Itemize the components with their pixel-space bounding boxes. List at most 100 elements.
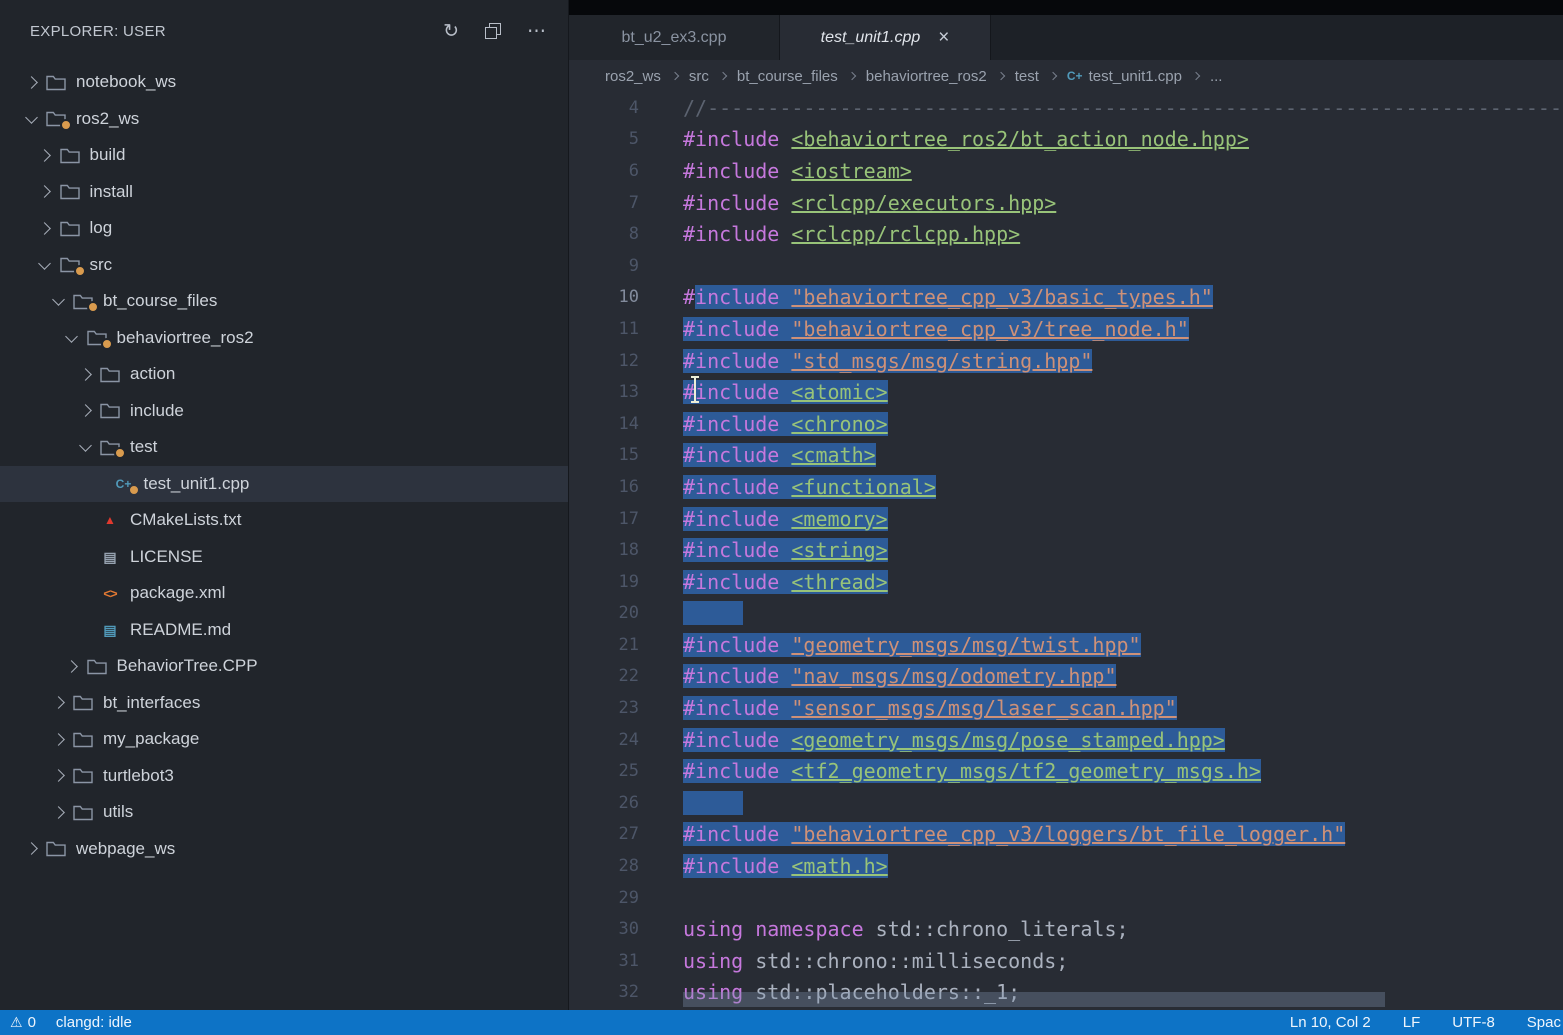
tree-item-include[interactable]: include xyxy=(0,393,568,430)
breadcrumb-item[interactable]: behaviortree_ros2 xyxy=(866,68,987,85)
code-line[interactable]: 28#include <math.h> xyxy=(569,850,1563,882)
code-line[interactable]: 12#include "std_msgs/msg/string.hpp" xyxy=(569,345,1563,377)
chevron-right-icon[interactable] xyxy=(45,771,71,780)
line-number[interactable]: 30 xyxy=(569,919,639,939)
line-number[interactable]: 13 xyxy=(569,382,639,402)
chevron-right-icon[interactable] xyxy=(32,151,58,160)
line-number[interactable]: 16 xyxy=(569,477,639,497)
tree-item-behaviortree-cpp[interactable]: BehaviorTree.CPP xyxy=(0,648,568,685)
line-number[interactable]: 6 xyxy=(569,161,639,181)
breadcrumb-item[interactable]: bt_course_files xyxy=(737,68,838,85)
tree-item-bt-course-files[interactable]: bt_course_files xyxy=(0,283,568,320)
tree-item-package-xml[interactable]: <>package.xml xyxy=(0,575,568,612)
horizontal-scrollbar-thumb[interactable] xyxy=(683,992,1385,1007)
code-line[interactable]: 7#include <rclcpp/executors.hpp> xyxy=(569,187,1563,219)
tree-item-readme-md[interactable]: ▤README.md xyxy=(0,612,568,649)
line-number[interactable]: 10 xyxy=(569,287,639,307)
chevron-right-icon[interactable] xyxy=(45,808,71,817)
tree-item-test-unit1-cpp[interactable]: C+test_unit1.cpp xyxy=(0,466,568,503)
code-line[interactable]: 25#include <tf2_geometry_msgs/tf2_geomet… xyxy=(569,755,1563,787)
line-number[interactable]: 23 xyxy=(569,698,639,718)
code-line[interactable]: 20 xyxy=(569,598,1563,630)
tree-item-turtlebot3[interactable]: turtlebot3 xyxy=(0,758,568,795)
line-number[interactable]: 26 xyxy=(569,793,639,813)
line-number[interactable]: 22 xyxy=(569,666,639,686)
chevron-right-icon[interactable] xyxy=(18,844,44,853)
code-line[interactable]: 24#include <geometry_msgs/msg/pose_stamp… xyxy=(569,724,1563,756)
tree-item-build[interactable]: build xyxy=(0,137,568,174)
line-number[interactable]: 25 xyxy=(569,761,639,781)
breadcrumb-item[interactable]: ... xyxy=(1210,68,1223,85)
tree-item-test[interactable]: test xyxy=(0,429,568,466)
indentation-indicator[interactable]: Spac xyxy=(1527,1014,1561,1031)
chevron-down-icon[interactable] xyxy=(72,444,98,450)
chevron-down-icon[interactable] xyxy=(59,335,85,341)
code-line[interactable]: 18#include <string> xyxy=(569,534,1563,566)
chevron-right-icon[interactable] xyxy=(45,735,71,744)
line-number[interactable]: 5 xyxy=(569,129,639,149)
breadcrumb-item[interactable]: src xyxy=(689,68,709,85)
tree-item-install[interactable]: install xyxy=(0,174,568,211)
chevron-down-icon[interactable] xyxy=(32,262,58,268)
clangd-status[interactable]: clangd: idle xyxy=(56,1014,132,1031)
code-line[interactable]: 14#include <chrono> xyxy=(569,408,1563,440)
code-line[interactable]: 27#include "behaviortree_cpp_v3/loggers/… xyxy=(569,819,1563,851)
code-line[interactable]: 16#include <functional> xyxy=(569,471,1563,503)
code-line[interactable]: 11#include "behaviortree_cpp_v3/tree_nod… xyxy=(569,313,1563,345)
collapse-folders-icon[interactable] xyxy=(485,23,501,39)
code-line[interactable]: 30using namespace std::chrono_literals; xyxy=(569,913,1563,945)
code-line[interactable]: 6#include <iostream> xyxy=(569,155,1563,187)
more-actions-icon[interactable]: ⋯ xyxy=(527,22,546,41)
tab-bt_u2_ex3-cpp[interactable]: bt_u2_ex3.cpp xyxy=(569,15,780,60)
tab-test_unit1-cpp[interactable]: test_unit1.cpp × xyxy=(780,15,991,60)
tree-item-webpage-ws[interactable]: webpage_ws xyxy=(0,831,568,868)
code-editor[interactable]: 4//-------------------------------------… xyxy=(569,92,1563,1010)
line-number[interactable]: 11 xyxy=(569,319,639,339)
line-number[interactable]: 32 xyxy=(569,982,639,1002)
encoding-indicator[interactable]: UTF-8 xyxy=(1452,1014,1495,1031)
line-number[interactable]: 28 xyxy=(569,856,639,876)
tree-item-my-package[interactable]: my_package xyxy=(0,721,568,758)
code-line[interactable]: 5#include <behaviortree_ros2/bt_action_n… xyxy=(569,124,1563,156)
tree-item-license[interactable]: ▤LICENSE xyxy=(0,539,568,576)
code-line[interactable]: 29 xyxy=(569,882,1563,914)
line-number[interactable]: 19 xyxy=(569,572,639,592)
code-line[interactable]: 13#include <atomic> xyxy=(569,376,1563,408)
close-icon[interactable]: × xyxy=(938,28,949,47)
chevron-right-icon[interactable] xyxy=(45,698,71,707)
code-line[interactable]: 15#include <cmath> xyxy=(569,440,1563,472)
code-line[interactable]: 22#include "nav_msgs/msg/odometry.hpp" xyxy=(569,661,1563,693)
tree-item-src[interactable]: src xyxy=(0,247,568,284)
breadcrumb-item[interactable]: test xyxy=(1015,68,1039,85)
line-number[interactable]: 31 xyxy=(569,951,639,971)
line-number[interactable]: 18 xyxy=(569,540,639,560)
chevron-right-icon[interactable] xyxy=(18,78,44,87)
line-number[interactable]: 9 xyxy=(569,256,639,276)
code-line[interactable]: 10#include "behaviortree_cpp_v3/basic_ty… xyxy=(569,282,1563,314)
tree-item-bt-interfaces[interactable]: bt_interfaces xyxy=(0,685,568,722)
refresh-icon[interactable]: ↻ xyxy=(443,22,459,41)
line-number[interactable]: 14 xyxy=(569,414,639,434)
line-number[interactable]: 27 xyxy=(569,824,639,844)
line-number[interactable]: 7 xyxy=(569,193,639,213)
line-number[interactable]: 24 xyxy=(569,730,639,750)
code-line[interactable]: 26 xyxy=(569,787,1563,819)
tree-item-behaviortree-ros2[interactable]: behaviortree_ros2 xyxy=(0,320,568,357)
code-line[interactable]: 8#include <rclcpp/rclcpp.hpp> xyxy=(569,218,1563,250)
line-number[interactable]: 12 xyxy=(569,351,639,371)
breadcrumb-item[interactable]: C+test_unit1.cpp xyxy=(1067,68,1182,85)
code-line[interactable]: 4//-------------------------------------… xyxy=(569,92,1563,124)
breadcrumb-item[interactable]: ros2_ws xyxy=(605,68,661,85)
line-number[interactable]: 20 xyxy=(569,603,639,623)
line-number[interactable]: 17 xyxy=(569,509,639,529)
code-line[interactable]: 17#include <memory> xyxy=(569,503,1563,535)
chevron-right-icon[interactable] xyxy=(72,406,98,415)
line-number[interactable]: 21 xyxy=(569,635,639,655)
tree-item-ros2-ws[interactable]: ros2_ws xyxy=(0,101,568,138)
code-line[interactable]: 23#include "sensor_msgs/msg/laser_scan.h… xyxy=(569,692,1563,724)
eol-indicator[interactable]: LF xyxy=(1403,1014,1421,1031)
line-number[interactable]: 4 xyxy=(569,98,639,118)
line-number[interactable]: 29 xyxy=(569,888,639,908)
chevron-down-icon[interactable] xyxy=(45,298,71,304)
tree-item-utils[interactable]: utils xyxy=(0,794,568,831)
